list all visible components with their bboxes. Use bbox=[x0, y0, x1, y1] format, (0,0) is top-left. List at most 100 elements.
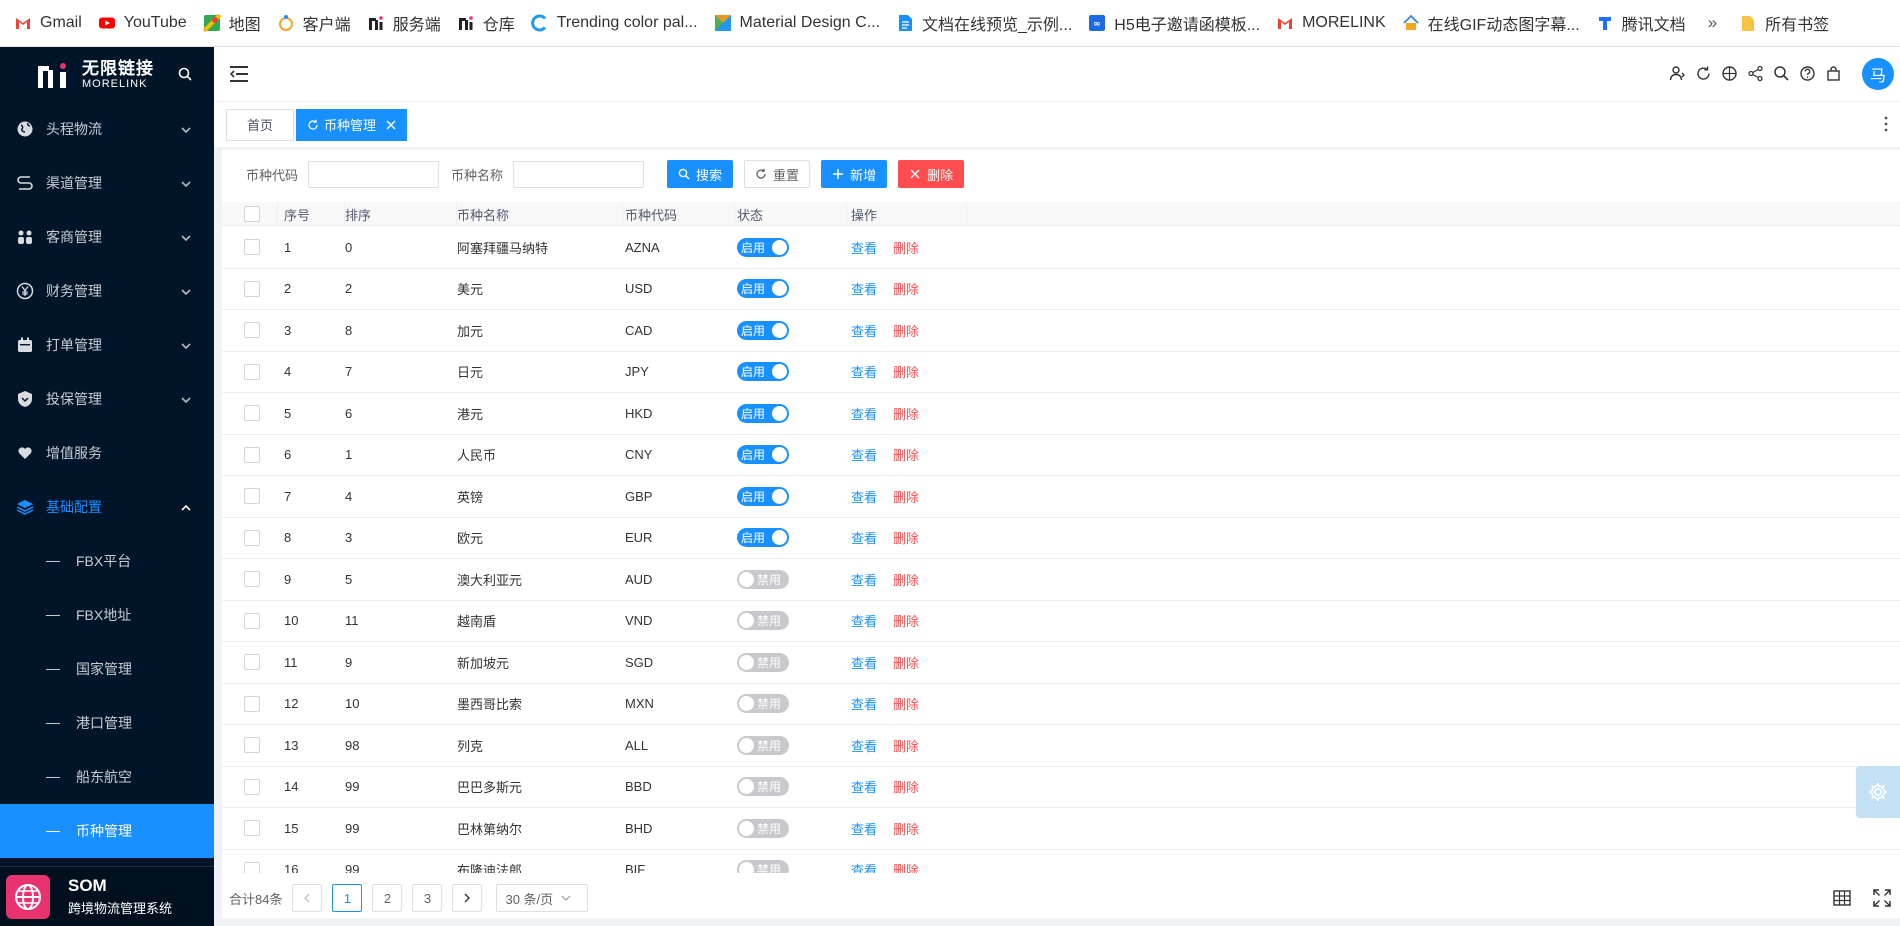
row-checkbox[interactable] bbox=[244, 405, 260, 422]
row-checkbox[interactable] bbox=[244, 654, 260, 671]
status-toggle[interactable]: 启用 bbox=[737, 279, 789, 299]
refresh-icon[interactable] bbox=[307, 119, 319, 131]
header-status[interactable]: 状态 bbox=[735, 202, 847, 226]
sidebar-item-2[interactable]: 客商管理 bbox=[0, 210, 214, 264]
sidebar-subitem-5[interactable]: 币种管理 bbox=[0, 804, 214, 858]
header-currency-code[interactable]: 币种代码 bbox=[623, 202, 735, 226]
delete-link[interactable]: 删除 bbox=[893, 611, 919, 630]
page-size-select[interactable]: 30 条/页 bbox=[496, 884, 589, 912]
page-button[interactable]: 1 bbox=[332, 884, 363, 912]
bookmark-item[interactable]: Material Design C... bbox=[706, 0, 889, 46]
refresh-icon[interactable] bbox=[1695, 65, 1712, 82]
next-page-button[interactable] bbox=[452, 884, 483, 912]
delete-link[interactable]: 删除 bbox=[893, 736, 919, 755]
view-link[interactable]: 查看 bbox=[851, 321, 877, 340]
bookmark-item[interactable]: Gmail bbox=[6, 0, 90, 46]
all-bookmarks-folder[interactable]: 所有书签 bbox=[1731, 0, 1837, 46]
status-toggle[interactable]: 启用 bbox=[737, 445, 789, 465]
row-checkbox[interactable] bbox=[244, 571, 260, 588]
row-checkbox[interactable] bbox=[244, 363, 260, 380]
status-toggle[interactable]: 禁用 bbox=[737, 860, 789, 873]
view-link[interactable]: 查看 bbox=[851, 777, 877, 796]
sidebar-item-1[interactable]: 渠道管理 bbox=[0, 156, 214, 210]
bookmark-item[interactable]: 在线GIF动态图字幕... bbox=[1394, 0, 1588, 46]
view-link[interactable]: 查看 bbox=[851, 570, 877, 589]
delete-link[interactable]: 删除 bbox=[893, 570, 919, 589]
delete-link[interactable]: 删除 bbox=[893, 362, 919, 381]
more-vertical-icon[interactable] bbox=[1884, 116, 1888, 132]
delete-link[interactable]: 删除 bbox=[893, 487, 919, 506]
bookmark-item[interactable]: MORELINK bbox=[1268, 0, 1394, 46]
view-link[interactable]: 查看 bbox=[851, 611, 877, 630]
help-icon[interactable] bbox=[1799, 65, 1816, 82]
header-sort[interactable]: 排序 bbox=[345, 202, 457, 226]
search-button[interactable]: 搜索 bbox=[667, 160, 734, 188]
row-checkbox[interactable] bbox=[244, 529, 260, 546]
search-icon[interactable] bbox=[1773, 65, 1790, 82]
row-checkbox[interactable] bbox=[244, 861, 260, 873]
sidebar-item-5[interactable]: 投保管理 bbox=[0, 372, 214, 426]
user-avatar[interactable]: 马 bbox=[1862, 58, 1894, 90]
delete-link[interactable]: 删除 bbox=[893, 777, 919, 796]
view-link[interactable]: 查看 bbox=[851, 362, 877, 381]
status-toggle[interactable]: 禁用 bbox=[737, 777, 789, 797]
view-link[interactable]: 查看 bbox=[851, 528, 877, 547]
view-link[interactable]: 查看 bbox=[851, 860, 877, 873]
view-link[interactable]: 查看 bbox=[851, 445, 877, 464]
bookmark-item[interactable]: Trending color pal... bbox=[523, 0, 706, 46]
view-link[interactable]: 查看 bbox=[851, 736, 877, 755]
delete-link[interactable]: 删除 bbox=[893, 860, 919, 873]
globe-icon[interactable] bbox=[1721, 65, 1738, 82]
delete-link[interactable]: 删除 bbox=[893, 404, 919, 423]
view-link[interactable]: 查看 bbox=[851, 653, 877, 672]
header-no[interactable]: 序号 bbox=[278, 202, 345, 226]
row-checkbox[interactable] bbox=[244, 488, 260, 505]
status-toggle[interactable]: 启用 bbox=[737, 320, 789, 340]
page-button[interactable]: 3 bbox=[412, 884, 443, 912]
search-icon[interactable] bbox=[178, 67, 192, 81]
delete-link[interactable]: 删除 bbox=[893, 694, 919, 713]
prev-page-button[interactable] bbox=[292, 884, 323, 912]
view-link[interactable]: 查看 bbox=[851, 487, 877, 506]
delete-link[interactable]: 删除 bbox=[893, 528, 919, 547]
bookmark-item[interactable]: 服务端 bbox=[359, 0, 449, 46]
row-checkbox[interactable] bbox=[244, 778, 260, 795]
row-checkbox[interactable] bbox=[244, 239, 260, 256]
table-columns-icon[interactable] bbox=[1832, 888, 1852, 908]
delete-link[interactable]: 删除 bbox=[893, 279, 919, 298]
bookmark-item[interactable]: 文档在线预览_示例... bbox=[888, 0, 1080, 46]
status-toggle[interactable]: 启用 bbox=[737, 528, 789, 548]
sidebar-item-3[interactable]: 财务管理 bbox=[0, 264, 214, 318]
sidebar-subitem-0[interactable]: FBX平台 bbox=[0, 534, 214, 588]
reset-button[interactable]: 重置 bbox=[744, 160, 811, 188]
sidebar-item-4[interactable]: 打单管理 bbox=[0, 318, 214, 372]
row-checkbox[interactable] bbox=[244, 820, 260, 837]
fullscreen-icon[interactable] bbox=[1872, 888, 1892, 908]
row-checkbox[interactable] bbox=[244, 612, 260, 629]
add-button[interactable]: 新增 bbox=[821, 160, 888, 188]
status-toggle[interactable]: 禁用 bbox=[737, 611, 789, 631]
sidebar-item-0[interactable]: 头程物流 bbox=[0, 102, 214, 156]
row-checkbox[interactable] bbox=[244, 695, 260, 712]
settings-button[interactable] bbox=[1856, 766, 1900, 818]
bookmark-item[interactable]: 客户端 bbox=[269, 0, 359, 46]
currency-code-input[interactable] bbox=[308, 160, 440, 188]
status-toggle[interactable]: 启用 bbox=[737, 237, 789, 257]
tab-currency-management[interactable]: 币种管理 bbox=[296, 108, 408, 141]
select-all-checkbox[interactable] bbox=[244, 206, 260, 222]
view-link[interactable]: 查看 bbox=[851, 404, 877, 423]
status-toggle[interactable]: 启用 bbox=[737, 362, 789, 382]
sidebar-subitem-1[interactable]: FBX地址 bbox=[0, 588, 214, 642]
user-switch-icon[interactable] bbox=[1669, 65, 1686, 82]
menu-collapse-icon[interactable] bbox=[228, 64, 250, 84]
delete-link[interactable]: 删除 bbox=[893, 445, 919, 464]
tab-home[interactable]: 首页 bbox=[226, 108, 295, 141]
view-link[interactable]: 查看 bbox=[851, 819, 877, 838]
status-toggle[interactable]: 禁用 bbox=[737, 735, 789, 755]
sidebar-subitem-2[interactable]: 国家管理 bbox=[0, 642, 214, 696]
bookmark-item[interactable]: YouTube bbox=[90, 0, 195, 46]
row-checkbox[interactable] bbox=[244, 322, 260, 339]
row-checkbox[interactable] bbox=[244, 737, 260, 754]
bookmark-item[interactable]: 地图 bbox=[195, 0, 269, 46]
status-toggle[interactable]: 禁用 bbox=[737, 652, 789, 672]
